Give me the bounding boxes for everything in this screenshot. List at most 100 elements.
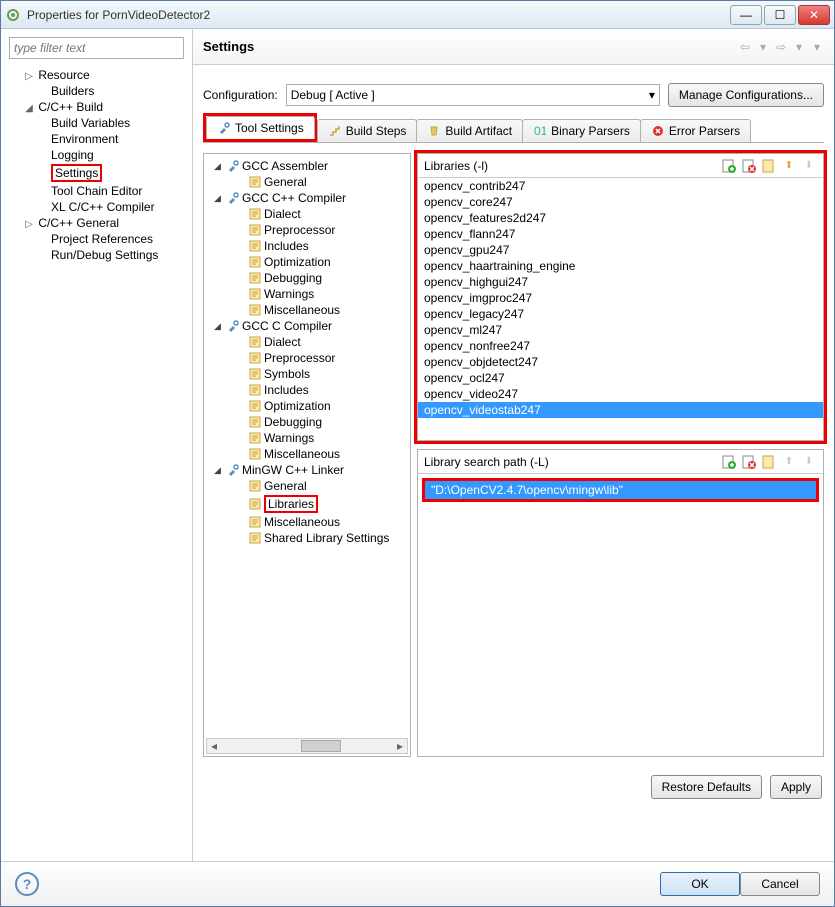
tool-tree-item[interactable]: Warnings [208,430,406,446]
category-item[interactable]: ▷ C/C++ General [9,215,184,231]
library-item[interactable]: opencv_ml247 [418,322,823,338]
move-path-down-icon[interactable]: ⬇ [801,454,817,470]
manage-configurations-button[interactable]: Manage Configurations... [668,83,824,107]
library-item[interactable]: opencv_gpu247 [418,242,823,258]
tool-tree-item[interactable]: Includes [208,238,406,254]
horizontal-scrollbar[interactable]: ◂ ▸ [206,738,408,754]
cancel-button[interactable]: Cancel [740,872,820,896]
tool-tree-item[interactable]: Dialect [208,334,406,350]
nav-back-icon[interactable]: ⇦ [738,40,752,54]
tool-tree-item[interactable]: General [208,174,406,190]
library-item[interactable]: opencv_haartraining_engine [418,258,823,274]
move-path-up-icon[interactable]: ⬆ [781,454,797,470]
tool-tree-item[interactable]: Miscellaneous [208,514,406,530]
category-item[interactable]: Tool Chain Editor [9,183,184,199]
delete-icon[interactable] [741,158,757,174]
tool-tree-item[interactable]: Miscellaneous [208,446,406,462]
tool-tree-item[interactable]: Warnings [208,286,406,302]
category-item[interactable]: ◢ C/C++ Build [9,99,184,115]
page-icon [248,415,262,429]
apply-button[interactable]: Apply [770,775,822,799]
tool-tree-item[interactable]: ◢MinGW C++ Linker [208,462,406,478]
library-item[interactable]: opencv_features2d247 [418,210,823,226]
tool-tree-item[interactable]: Optimization [208,254,406,270]
library-paths-header: Library search path (-L) ⬆ ⬇ [418,450,823,474]
tab-binary-parsers[interactable]: 010Binary Parsers [522,119,641,142]
tool-tree-item[interactable]: Preprocessor [208,222,406,238]
restore-defaults-button[interactable]: Restore Defaults [651,775,762,799]
settings-footer: Restore Defaults Apply [193,767,834,807]
library-item[interactable]: opencv_flann247 [418,226,823,242]
nav-fwd-icon[interactable]: ⇨ [774,40,788,54]
library-item[interactable]: opencv_ocl247 [418,370,823,386]
tab-error-parsers[interactable]: Error Parsers [640,119,751,142]
tool-tree-item[interactable]: Symbols [208,366,406,382]
nav-menu-icon[interactable]: ▾ [810,40,824,54]
dropdown-icon: ▾ [649,88,655,102]
category-item[interactable]: Settings [9,163,184,183]
category-item[interactable]: Environment [9,131,184,147]
tool-tree-item[interactable]: Libraries [208,494,406,514]
scroll-thumb[interactable] [301,740,341,752]
category-item[interactable]: Builders [9,83,184,99]
ok-button[interactable]: OK [660,872,740,896]
library-item[interactable]: opencv_video247 [418,386,823,402]
tool-tree-item[interactable]: ◢GCC Assembler [208,158,406,174]
category-tree[interactable]: ▷ ResourceBuilders◢ C/C++ BuildBuild Var… [9,67,184,263]
tool-tree[interactable]: ◢GCC AssemblerGeneral◢GCC C++ CompilerDi… [203,153,411,757]
config-select[interactable]: Debug [ Active ] ▾ [286,84,660,106]
library-item[interactable]: opencv_videostab247 [418,402,823,418]
category-item[interactable]: XL C/C++ Compiler [9,199,184,215]
library-item[interactable]: opencv_objdetect247 [418,354,823,370]
scroll-left-icon[interactable]: ◂ [207,739,221,753]
tab-tool-settings[interactable]: Tool Settings [206,116,315,139]
tool-tree-item[interactable]: Debugging [208,414,406,430]
scroll-right-icon[interactable]: ▸ [393,739,407,753]
tool-tree-item[interactable]: ◢GCC C Compiler [208,318,406,334]
config-row: Configuration: Debug [ Active ] ▾ Manage… [193,65,834,117]
filter-input[interactable] [9,37,184,59]
maximize-button[interactable]: ☐ [764,5,796,25]
category-item[interactable]: Run/Debug Settings [9,247,184,263]
category-item[interactable]: ▷ Resource [9,67,184,83]
library-item[interactable]: opencv_imgproc247 [418,290,823,306]
edit-icon[interactable] [761,158,777,174]
library-item[interactable]: opencv_highgui247 [418,274,823,290]
category-item[interactable]: Build Variables [9,115,184,131]
nav-buttons: ⇦ ▾ ⇨ ▾ ▾ [738,40,824,54]
tool-tree-item[interactable]: Debugging [208,270,406,286]
library-paths-toolbar: ⬆ ⬇ [721,454,817,470]
tab-build-artifact[interactable]: Build Artifact [416,119,523,142]
tool-tree-item[interactable]: Miscellaneous [208,302,406,318]
minimize-button[interactable]: — [730,5,762,25]
nav-dropdown-2[interactable]: ▾ [792,40,806,54]
category-item[interactable]: Project References [9,231,184,247]
library-paths-list[interactable]: "D:\OpenCV2.4.7\opencv\mingw\lib" [425,481,816,499]
library-item[interactable]: opencv_legacy247 [418,306,823,322]
help-icon[interactable]: ? [15,872,39,896]
tool-tree-item[interactable]: Dialect [208,206,406,222]
library-item[interactable]: opencv_core247 [418,194,823,210]
edit-path-icon[interactable] [761,454,777,470]
category-item[interactable]: Logging [9,147,184,163]
page-icon [248,383,262,397]
tool-tree-item[interactable]: Shared Library Settings [208,530,406,546]
nav-dropdown-1[interactable]: ▾ [756,40,770,54]
move-up-icon[interactable]: ⬆ [781,158,797,174]
delete-path-icon[interactable] [741,454,757,470]
tool-tree-item[interactable]: ◢GCC C++ Compiler [208,190,406,206]
add-path-icon[interactable] [721,454,737,470]
tab-build-steps[interactable]: Build Steps [317,119,418,142]
tool-tree-item[interactable]: General [208,478,406,494]
add-icon[interactable] [721,158,737,174]
library-item[interactable]: opencv_nonfree247 [418,338,823,354]
move-down-icon[interactable]: ⬇ [801,158,817,174]
library-item[interactable]: opencv_contrib247 [418,178,823,194]
tool-tree-item[interactable]: Optimization [208,398,406,414]
tool-tree-item[interactable]: Preprocessor [208,350,406,366]
libraries-list[interactable]: opencv_contrib247opencv_core247opencv_fe… [418,178,823,440]
close-button[interactable]: ✕ [798,5,830,25]
page-icon [248,335,262,349]
library-path-item[interactable]: "D:\OpenCV2.4.7\opencv\mingw\lib" [425,481,816,499]
tool-tree-item[interactable]: Includes [208,382,406,398]
